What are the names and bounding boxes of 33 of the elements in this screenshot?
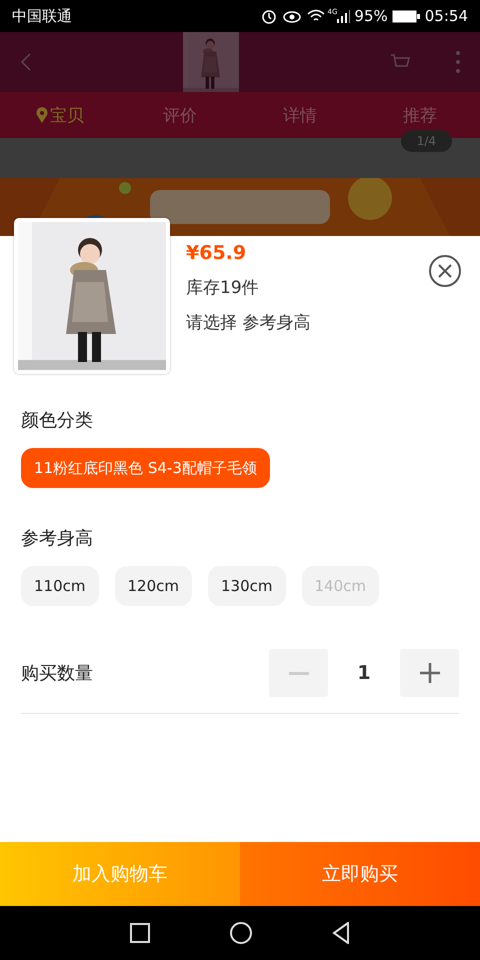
quantity-label: 购买数量: [21, 662, 93, 685]
alarm-icon: [260, 8, 277, 24]
option-chip[interactable]: 120cm: [114, 566, 192, 606]
eye-icon: [282, 9, 301, 23]
page-tab[interactable]: 评价: [120, 92, 240, 138]
minus-icon: [288, 672, 308, 674]
plus-icon: [420, 663, 440, 683]
add-to-cart-button[interactable]: 加入购物车: [0, 842, 240, 906]
location-pin-icon: [36, 107, 48, 123]
signal-icon: [337, 9, 352, 23]
option-group-title: 颜色分类: [21, 409, 94, 432]
buy-now-button[interactable]: 立即购买: [240, 842, 480, 906]
option-chip[interactable]: 110cm: [21, 566, 98, 606]
option-chip[interactable]: 130cm: [208, 566, 286, 606]
page-tab[interactable]: 宝贝: [0, 92, 120, 138]
carrier-name: 中国联通: [12, 6, 72, 26]
image-counter: 1/4: [400, 130, 452, 152]
page-tab[interactable]: 详情: [240, 92, 360, 138]
quantity-value: 1: [356, 662, 372, 684]
battery-percent: 95%: [354, 7, 388, 25]
battery-icon: [392, 10, 420, 22]
selection-prompt: 请选择 参考身高: [186, 312, 312, 334]
back-icon[interactable]: [332, 922, 350, 944]
stock-count: 库存19件: [186, 277, 260, 299]
clock-time: 05:54: [424, 7, 468, 25]
home-icon[interactable]: [230, 922, 252, 944]
close-icon[interactable]: [428, 254, 462, 288]
option-chip[interactable]: 11粉红底印黑色 S4-3配帽子毛领: [21, 448, 270, 488]
increase-button[interactable]: [400, 649, 459, 697]
option-group-title: 参考身高: [21, 527, 94, 550]
recent-apps-icon[interactable]: [130, 923, 150, 943]
wifi-icon: [306, 9, 325, 23]
price: ¥65.9: [186, 242, 248, 264]
